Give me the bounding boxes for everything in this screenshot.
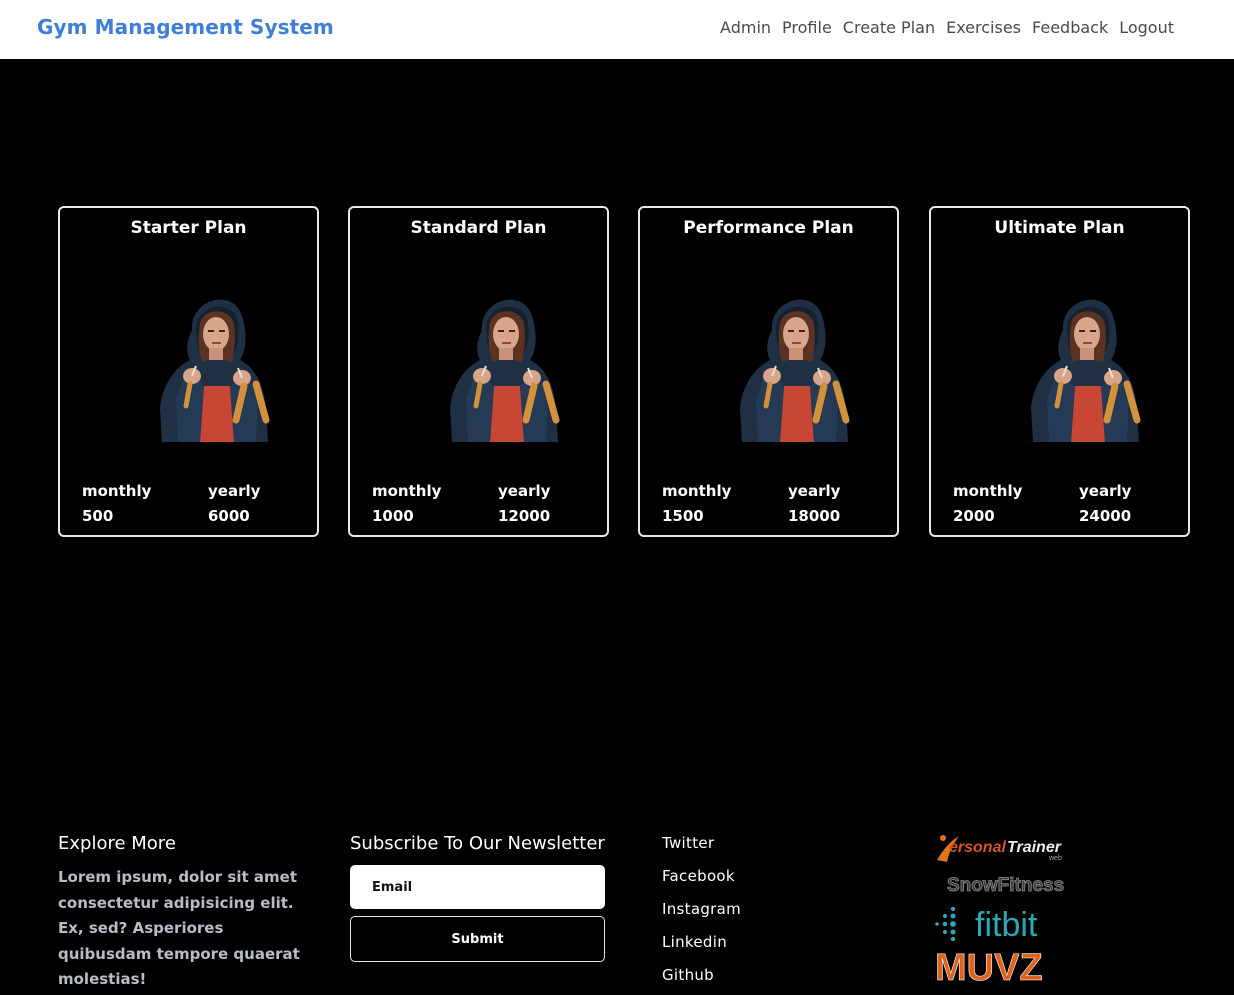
svg-text:MUVZ: MUVZ xyxy=(935,947,1043,982)
yearly-label: yearly xyxy=(498,482,551,500)
social-link-facebook[interactable]: Facebook xyxy=(662,860,741,893)
monthly-label: monthly xyxy=(953,482,1023,500)
plan-title: Ultimate Plan xyxy=(994,218,1125,238)
plan-title: Standard Plan xyxy=(410,218,547,238)
social-link-linkedin[interactable]: Linkedin xyxy=(662,926,741,959)
yearly-price: 12000 xyxy=(498,507,551,525)
personal-trainer-logo: ersonal Trainer web xyxy=(937,835,1062,862)
yearly-price-block: yearly 6000 xyxy=(208,481,260,526)
monthly-price: 1000 xyxy=(372,507,414,525)
yearly-price-block: yearly 24000 xyxy=(1079,481,1131,526)
yearly-label: yearly xyxy=(1079,482,1132,500)
footer-social: Twitter Facebook Instagram Linkedin Gith… xyxy=(662,827,741,992)
yearly-label: yearly xyxy=(788,482,841,500)
monthly-price: 2000 xyxy=(953,507,995,525)
yearly-price: 6000 xyxy=(208,507,250,525)
yearly-price: 24000 xyxy=(1079,507,1132,525)
yearly-price: 18000 xyxy=(788,507,841,525)
nav-link-create-plan[interactable]: Create Plan xyxy=(843,18,935,37)
yearly-label: yearly xyxy=(208,482,261,500)
nav-link-feedback[interactable]: Feedback xyxy=(1032,18,1108,37)
plan-card-starter[interactable]: Starter Plan monthly 500 yearly 6000 xyxy=(58,206,319,537)
plan-title: Performance Plan xyxy=(683,218,854,238)
plan-photo xyxy=(446,290,564,442)
top-navbar: Gym Management System Admin Profile Crea… xyxy=(0,0,1234,59)
monthly-price: 500 xyxy=(82,507,114,525)
newsletter-heading: Subscribe To Our Newsletter xyxy=(350,833,605,854)
plan-card-standard[interactable]: Standard Plan monthly 1000 yearly 12000 xyxy=(348,206,609,537)
explore-heading: Explore More xyxy=(58,833,176,854)
monthly-label: monthly xyxy=(82,482,152,500)
submit-button[interactable]: Submit xyxy=(350,916,605,962)
monthly-label: monthly xyxy=(662,482,732,500)
monthly-label: monthly xyxy=(372,482,442,500)
svg-text:web: web xyxy=(1048,855,1062,862)
plan-card-list: Starter Plan monthly 500 yearly 6000 Sta… xyxy=(58,206,1190,537)
social-link-instagram[interactable]: Instagram xyxy=(662,893,741,926)
snow-fitness-logo: SnowFitness xyxy=(947,875,1065,897)
fitbit-logo: fitbit xyxy=(935,906,1038,942)
monthly-price-block: monthly 1500 xyxy=(662,481,731,526)
nav-menu: Admin Profile Create Plan Exercises Feed… xyxy=(709,18,1174,37)
yearly-price-block: yearly 18000 xyxy=(788,481,840,526)
nav-link-admin[interactable]: Admin xyxy=(720,18,771,37)
partner-logos: ersonal Trainer web SnowFitness fitbit M… xyxy=(933,830,1073,986)
explore-text: Lorem ipsum, dolor sit amet consectetur … xyxy=(58,868,300,989)
muvz-logo: MUVZ xyxy=(935,947,1043,982)
brand-logo[interactable]: Gym Management System xyxy=(37,15,334,39)
plan-photo xyxy=(736,290,854,442)
yearly-price-block: yearly 12000 xyxy=(498,481,550,526)
plan-photo xyxy=(156,290,274,442)
svg-text:Trainer: Trainer xyxy=(1007,839,1062,856)
plan-title: Starter Plan xyxy=(130,218,247,238)
social-link-github[interactable]: Github xyxy=(662,959,741,992)
footer-explore: Explore More Lorem ipsum, dolor sit amet… xyxy=(58,832,308,993)
svg-text:fitbit: fitbit xyxy=(975,906,1038,942)
nav-link-logout[interactable]: Logout xyxy=(1119,18,1174,37)
nav-link-profile[interactable]: Profile xyxy=(782,18,832,37)
nav-link-exercises[interactable]: Exercises xyxy=(946,18,1021,37)
email-field[interactable] xyxy=(350,865,605,909)
plan-card-ultimate[interactable]: Ultimate Plan monthly 2000 yearly 24000 xyxy=(929,206,1190,537)
svg-text:SnowFitness: SnowFitness xyxy=(947,875,1064,896)
monthly-price-block: monthly 500 xyxy=(82,481,151,526)
footer-newsletter: Subscribe To Our Newsletter Submit xyxy=(350,832,605,962)
monthly-price: 1500 xyxy=(662,507,704,525)
plan-photo xyxy=(1027,290,1145,442)
svg-text:ersonal: ersonal xyxy=(949,839,1006,856)
monthly-price-block: monthly 2000 xyxy=(953,481,1022,526)
plan-card-performance[interactable]: Performance Plan monthly 1500 yearly 180… xyxy=(638,206,899,537)
monthly-price-block: monthly 1000 xyxy=(372,481,441,526)
social-link-twitter[interactable]: Twitter xyxy=(662,827,741,860)
